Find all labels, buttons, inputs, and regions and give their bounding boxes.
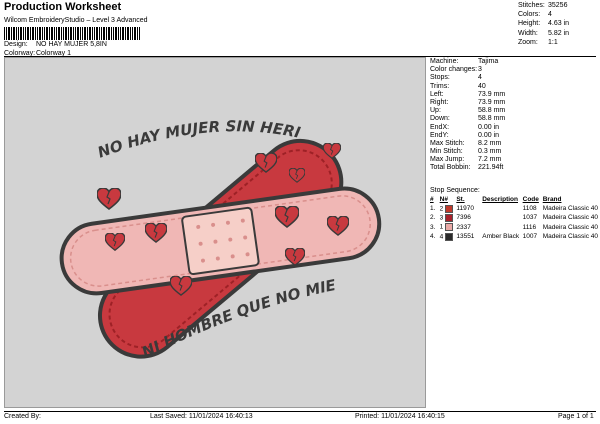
color-changes-value: 3 xyxy=(478,66,482,74)
design-preview[interactable]: NO HAY MUJER SIN HERIDA NI HOMBRE QUE NO… xyxy=(0,44,426,408)
color-swatch xyxy=(445,213,454,222)
row-description xyxy=(482,223,522,232)
summary-panel: Stitches: 35256 Colors: 4 Height: 4.63 in W… xyxy=(518,2,598,48)
max-jump-value: 7.2 mm xyxy=(478,156,502,164)
row-brand: Madeira Classic 40 xyxy=(542,205,598,213)
embroidery-design: NO HAY MUJER SIN HERIDA NI HOMBRE QUE NO… xyxy=(0,44,382,362)
total-bobbin-value: 221.94ft xyxy=(478,164,504,172)
page-number: Page 1 of 1 xyxy=(558,413,594,420)
printed-label: Printed: xyxy=(355,413,380,420)
total-bobbin-label: Total Bobbin: xyxy=(430,164,471,172)
stop-sequence-table: # N# St. Description Code Brand 1. 2 119… xyxy=(430,195,600,241)
table-row: 4. 4 13551 Amber Black 1007 Madeira Clas… xyxy=(430,232,600,241)
row-num: 1. xyxy=(430,205,436,213)
stop-sequence-title: Stop Sequence: xyxy=(430,187,480,194)
row-num: 2. xyxy=(430,214,436,222)
max-stitch-label: Max Stitch: xyxy=(430,139,465,147)
design-text-top: NO HAY MUJER SIN HERIDA xyxy=(5,58,302,162)
stitches-label: Stitches: xyxy=(518,2,545,9)
width-label: Width: xyxy=(518,29,538,37)
max-stitch-value: 8.2 mm xyxy=(478,139,502,147)
row-stitches: 13551 xyxy=(456,233,475,241)
design-label: Design: xyxy=(4,41,28,48)
row-description xyxy=(482,204,522,213)
endy-value: 0.00 in xyxy=(478,131,500,139)
height-value: 4.63 in xyxy=(548,20,570,28)
zoom-value: 1:1 xyxy=(548,38,558,46)
created-by-label: Created By: xyxy=(4,413,41,420)
row-brand: Madeira Classic 40 xyxy=(542,223,598,231)
software-label: Wilcom EmbroideryStudio – Level 3 Advanc… xyxy=(4,17,148,24)
row-stitches: 11970 xyxy=(456,205,474,213)
row-needle: 1 xyxy=(440,223,457,232)
machine-value: Tajima xyxy=(478,58,499,65)
row-needle: 4 xyxy=(440,232,457,241)
zoom-label: Zoom: xyxy=(518,38,538,46)
row-stitches: 7396 xyxy=(456,214,471,222)
trims-value: 40 xyxy=(478,82,486,90)
up-value: 58.8 mm xyxy=(478,107,506,115)
color-changes-label: Color changes: xyxy=(430,66,478,74)
col-header-code: Code xyxy=(522,196,539,203)
row-description: Amber Black xyxy=(482,233,520,241)
col-header-stitches: St. xyxy=(456,196,465,203)
col-header-brand: Brand xyxy=(542,196,562,203)
table-header-row: # N# St. Description Code Brand xyxy=(430,195,600,204)
width-value: 5.82 in xyxy=(548,29,570,37)
table-row: 3. 1 2337 1116 Madeira Classic 40 xyxy=(430,223,600,232)
endx-label: EndX: xyxy=(430,123,450,131)
left-label: Left: xyxy=(430,90,444,98)
last-saved: Last Saved: 11/01/2024 16:40:13 xyxy=(150,413,253,420)
colors-label: Colors: xyxy=(518,11,541,19)
table-row: 2. 3 7396 1037 Madeira Classic 40 xyxy=(430,213,600,222)
stitches-value: 35256 xyxy=(548,2,568,9)
design-value: NO HAY MUJER 5,8IN xyxy=(36,41,107,48)
color-swatch xyxy=(445,232,454,241)
col-header-needle: N# xyxy=(439,196,448,203)
row-description xyxy=(482,213,522,222)
colors-value: 4 xyxy=(548,11,552,19)
row-code: 1007 xyxy=(522,233,538,241)
col-header-num: # xyxy=(430,196,434,203)
page-title: Production Worksheet xyxy=(4,1,122,13)
row-num: 4. xyxy=(430,233,436,241)
row-needle: 3 xyxy=(440,213,457,222)
row-code: 1108 xyxy=(522,205,537,213)
right-label: Right: xyxy=(430,98,449,106)
properties-panel: Machine: Tajima Color changes: 3 Stops: 4 T… xyxy=(430,58,598,173)
color-swatch xyxy=(445,223,454,232)
stops-value: 4 xyxy=(478,74,482,82)
col-header-description: Description xyxy=(482,196,518,203)
color-swatch xyxy=(445,204,454,213)
row-needle: 2 xyxy=(440,204,457,213)
row-num: 3. xyxy=(430,223,436,231)
barcode xyxy=(4,27,140,40)
left-value: 73.9 mm xyxy=(478,90,506,98)
min-stitch-label: Min Stitch: xyxy=(430,148,463,156)
machine-label: Machine: xyxy=(430,58,459,65)
table-row: 1. 2 11970 1108 Madeira Classic 40 xyxy=(430,204,600,213)
design-row: Design: NO HAY MUJER 5,8IN xyxy=(4,41,204,50)
row-brand: Madeira Classic 40 xyxy=(542,233,598,241)
right-value: 73.9 mm xyxy=(478,98,506,106)
row-code: 1116 xyxy=(522,223,537,231)
endy-label: EndY: xyxy=(430,131,449,139)
trims-label: Trims: xyxy=(430,82,450,90)
up-label: Up: xyxy=(430,107,441,115)
endx-value: 0.00 in xyxy=(478,123,500,131)
footer-divider xyxy=(4,411,596,412)
printed: Printed: 11/01/2024 16:40:15 xyxy=(355,413,445,420)
min-stitch-value: 0.3 mm xyxy=(478,148,502,156)
printed-value: 11/01/2024 16:40:15 xyxy=(381,413,445,420)
row-stitches: 2337 xyxy=(456,223,471,231)
row-code: 1037 xyxy=(522,214,538,222)
last-saved-label: Last Saved: xyxy=(150,413,187,420)
down-label: Down: xyxy=(430,115,450,123)
last-saved-value: 11/01/2024 16:40:13 xyxy=(188,413,253,420)
stops-label: Stops: xyxy=(430,74,450,82)
row-brand: Madeira Classic 40 xyxy=(542,214,598,222)
height-label: Height: xyxy=(518,20,541,28)
max-jump-label: Max Jump: xyxy=(430,156,465,164)
down-value: 58.8 mm xyxy=(478,115,506,123)
